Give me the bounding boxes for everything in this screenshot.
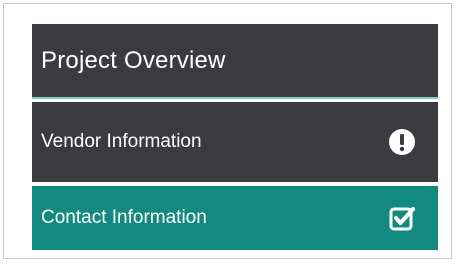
nav-item-vendor-information[interactable]: Vendor Information (32, 102, 438, 182)
nav-item-contact-information[interactable]: Contact Information (32, 186, 438, 250)
section-nav: Project Overview Vendor Information Cont… (32, 24, 438, 250)
nav-item-project-overview[interactable]: Project Overview (32, 24, 438, 99)
exclamation-circle-icon (388, 128, 416, 156)
checkbox-checked-icon (388, 204, 416, 232)
nav-item-label: Project Overview (41, 46, 226, 74)
nav-item-label: Contact Information (41, 207, 207, 228)
nav-item-label: Vendor Information (41, 131, 202, 152)
nav-panel-frame: Project Overview Vendor Information Cont… (3, 3, 452, 259)
